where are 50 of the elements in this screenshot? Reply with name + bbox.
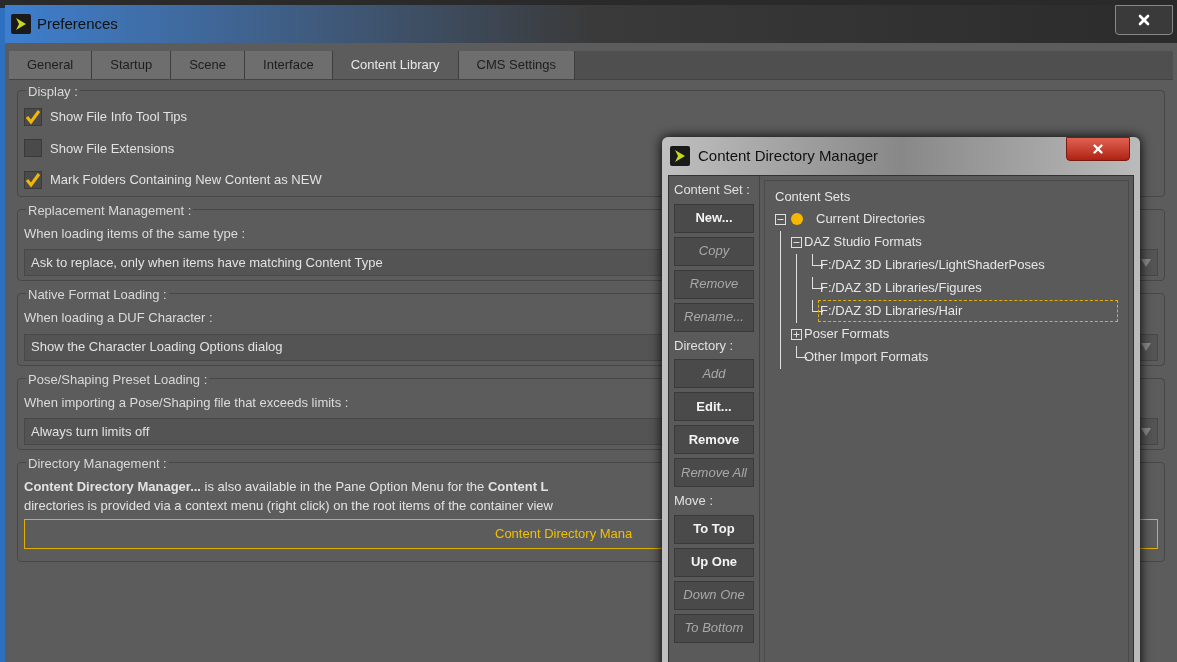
app-logo-icon: [670, 146, 690, 166]
tree-header: Content Sets: [775, 188, 851, 206]
tab[interactable]: Startup: [92, 51, 172, 79]
checkbox-label: Show File Extensions: [50, 139, 175, 158]
section-label: Directory :: [674, 336, 734, 355]
dropdown-arrow-icon: [1141, 343, 1151, 351]
description-text: Content Directory Manager... is also available in the Pane Option Menu for the Content L: [24, 478, 549, 496]
checkbox[interactable]: [24, 107, 42, 126]
close-icon: [1136, 12, 1152, 28]
section-label: Move :: [674, 492, 713, 510]
dropdown-value: Show the Character Loading Options dialog: [31, 338, 283, 357]
tree-item[interactable]: F:/DAZ 3D Libraries/LightShaderPoses: [818, 254, 1047, 276]
tab[interactable]: Scene: [171, 51, 246, 79]
dialog-button[interactable]: To Top: [674, 514, 754, 544]
checkbox-label: Mark Folders Containing New Content as NEW: [50, 171, 322, 189]
close-icon: [1091, 142, 1105, 156]
tab[interactable]: Content Library: [332, 51, 459, 79]
status-dot-icon: [790, 212, 804, 226]
tab[interactable]: CMS Settings: [458, 51, 575, 79]
dropdown-value: Ask to replace, only when items have matching Content Type: [31, 253, 383, 272]
tree-item[interactable]: Current Directories: [814, 208, 928, 230]
section-label: Content Set :: [674, 181, 750, 199]
dialog-button[interactable]: Edit...: [674, 392, 754, 421]
dialog-title: Content Directory Manager: [698, 145, 879, 166]
tab[interactable]: General: [9, 51, 93, 79]
check-icon: [25, 108, 41, 125]
tree-item[interactable]: F:/DAZ 3D Libraries/Hair: [818, 300, 1118, 322]
tree-item[interactable]: F:/DAZ 3D Libraries/Figures: [818, 277, 984, 299]
close-button[interactable]: [1115, 5, 1173, 35]
tab[interactable]: Interface: [245, 51, 333, 79]
check-icon: [25, 171, 41, 188]
field-label: When loading a DUF Character :: [24, 309, 213, 327]
dropdown-arrow-icon: [1141, 427, 1151, 436]
collapse-icon[interactable]: [791, 236, 802, 248]
checkbox[interactable]: [24, 170, 42, 189]
field-label: When importing a Pose/Shaping file that exceeds limits :: [24, 393, 349, 412]
collapse-icon[interactable]: [775, 213, 786, 225]
close-button[interactable]: [1066, 137, 1130, 161]
field-label: When loading items of the same type :: [24, 224, 246, 243]
checkbox[interactable]: [24, 139, 42, 158]
checkbox-label: Show File Info Tool Tips: [50, 108, 188, 126]
dropdown-arrow-icon: [1141, 258, 1151, 267]
dialog-button[interactable]: Up One: [674, 547, 754, 577]
app-logo-icon: [11, 14, 31, 34]
dialog-button[interactable]: Remove: [674, 425, 754, 454]
dialog-button[interactable]: New...: [674, 203, 754, 233]
description-text: directories is provided via a context menu (right click) on the root items of the container view: [24, 497, 553, 515]
dropdown-value: Always turn limits off: [31, 422, 150, 441]
expand-icon[interactable]: [791, 328, 802, 340]
window-title: Preferences: [37, 13, 118, 34]
